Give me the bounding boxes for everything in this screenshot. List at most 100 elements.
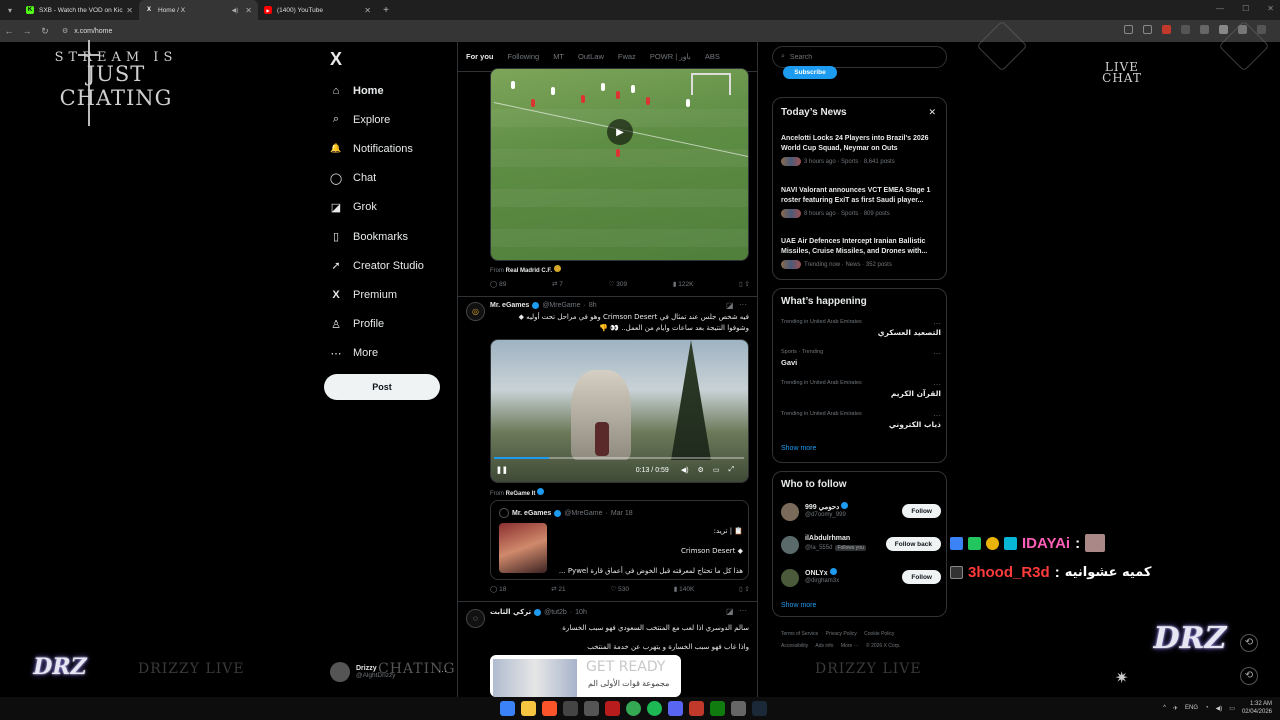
trend-more-icon[interactable]: ···	[933, 411, 941, 420]
trend-item[interactable]: Sports · Trending Gavi ···	[781, 349, 941, 367]
post-time[interactable]: 10h	[575, 609, 587, 616]
repost-button[interactable]: ⇄ 7	[552, 280, 563, 288]
footer-link[interactable]: Accessibility	[781, 643, 808, 649]
author-name[interactable]: Mr. eGames	[490, 302, 529, 309]
maximize-icon[interactable]: ☐	[1242, 4, 1249, 13]
nav-more[interactable]: ⋯ More	[329, 339, 424, 368]
trend-more-icon[interactable]: ···	[933, 349, 941, 358]
post-image[interactable]: GET READY مجموعة قوات الأولى الم	[490, 655, 681, 697]
nav-grok[interactable]: ◪ Grok	[329, 193, 424, 222]
tab-search-icon[interactable]: ▾	[0, 0, 20, 20]
bookmark-icon[interactable]: ▯ ⇪	[739, 585, 750, 593]
tab-outlaw[interactable]: OutLaw	[578, 52, 604, 61]
news-item[interactable]: UAE Air Defences Intercept Iranian Balli…	[781, 237, 941, 269]
chrome-icon[interactable]	[626, 701, 641, 716]
keyboard-language[interactable]: ENG	[1185, 705, 1198, 711]
pip-icon[interactable]: ▭	[713, 466, 720, 474]
from-name[interactable]: ReGame It	[506, 491, 536, 497]
file-explorer-icon[interactable]	[521, 701, 536, 716]
reply-button[interactable]: ◯ 89	[490, 280, 506, 288]
volume-icon[interactable]: ◀)	[1216, 705, 1223, 712]
tray-chevron-icon[interactable]: ^	[1163, 705, 1166, 711]
nav-profile[interactable]: ♙ Profile	[329, 310, 424, 339]
extension-icon[interactable]	[1181, 25, 1190, 34]
post-button[interactable]: Post	[324, 374, 440, 400]
from-name[interactable]: Real Madrid C.F.	[506, 268, 552, 274]
search-input[interactable]	[789, 53, 930, 61]
show-more-link[interactable]: Show more	[781, 445, 816, 452]
account-switcher[interactable]: Drizzy @AlghtDrizzy ···	[330, 662, 447, 682]
author-handle[interactable]: @MreGame	[542, 302, 580, 309]
app-icon[interactable]	[689, 701, 704, 716]
reload-icon[interactable]: ↻	[36, 26, 54, 37]
forward-icon[interactable]: →	[18, 26, 36, 36]
nav-explore[interactable]: ⌕ Explore	[329, 105, 424, 134]
cast-icon[interactable]	[1124, 25, 1133, 34]
trend-more-icon[interactable]: ···	[933, 319, 941, 328]
video-progress-bar[interactable]	[494, 457, 744, 459]
tab-for-you[interactable]: For you	[466, 52, 494, 61]
quoted-post[interactable]: Mr. eGames @MreGame · Mar 18 📋 | تريد: ◆…	[490, 500, 749, 580]
tray-app-icon[interactable]: ✈	[1173, 705, 1178, 712]
footer-link[interactable]: Terms of Service	[781, 631, 818, 637]
fullscreen-icon[interactable]: ⤢	[728, 466, 734, 474]
post-more-icon[interactable]: ···	[739, 300, 747, 309]
news-item[interactable]: NAVI Valorant announces VCT EMEA Stage 1…	[781, 186, 941, 218]
trend-more-icon[interactable]: ···	[933, 380, 941, 389]
settings-icon[interactable]: ⚙	[698, 466, 704, 474]
pause-icon[interactable]: ❚❚	[496, 466, 508, 474]
like-button[interactable]: ♡ 309	[609, 280, 628, 288]
close-icon[interactable]: ✕	[928, 107, 936, 118]
footer-link[interactable]: More ···	[841, 643, 859, 649]
minimize-icon[interactable]: —	[1216, 4, 1224, 13]
brave-icon[interactable]	[542, 701, 557, 716]
nav-bookmarks[interactable]: ▯ Bookmarks	[329, 222, 424, 251]
follow-back-button[interactable]: Follow back	[885, 537, 941, 551]
footer-link[interactable]: Privacy Policy	[826, 631, 857, 637]
browser-tab-kick[interactable]: K SXB - Watch the VOD on Kick ✕	[20, 0, 139, 20]
game-video[interactable]	[490, 339, 749, 483]
avatar[interactable]: ◎	[466, 302, 485, 321]
app-icon[interactable]	[584, 701, 599, 716]
spotify-icon[interactable]	[647, 701, 662, 716]
repost-button[interactable]: ⇄ 21	[551, 585, 566, 593]
extension-icon[interactable]	[1219, 25, 1228, 34]
battery-icon[interactable]: ▭	[1229, 705, 1235, 712]
app-icon[interactable]	[563, 701, 578, 716]
like-button[interactable]: ♡ 530	[610, 585, 629, 593]
avatar[interactable]: ◌	[466, 609, 485, 628]
tab-fwaz[interactable]: Fwaz	[618, 52, 636, 61]
trend-item[interactable]: Trending in United Arab Emirates القرآن …	[781, 380, 941, 398]
grok-icon[interactable]: ◪	[726, 301, 734, 310]
follow-suggestion[interactable]: ilAbdulrhman @la_555d Follows you Follow …	[781, 534, 941, 560]
views-button[interactable]: ▮ 140K	[674, 585, 695, 593]
news-item[interactable]: Ancelotti Locks 24 Players into Brazil's…	[781, 134, 941, 166]
trend-item[interactable]: Trending in United Arab Emirates ذباب ال…	[781, 411, 941, 429]
grok-icon[interactable]: ◪	[726, 607, 734, 616]
tab-following[interactable]: Following	[508, 52, 540, 61]
show-more-link[interactable]: Show more	[781, 602, 816, 609]
tab-powr[interactable]: POWR | باور	[650, 52, 691, 61]
trend-item[interactable]: Trending in United Arab Emirates التصعيد…	[781, 319, 941, 337]
nav-premium[interactable]: X Premium	[329, 280, 424, 309]
nav-home[interactable]: ⌂ Home	[329, 76, 424, 105]
football-video[interactable]: ▶	[490, 68, 749, 261]
windows-start-icon[interactable]	[500, 701, 515, 716]
close-tab-icon[interactable]: ✕	[126, 6, 133, 15]
x-logo-icon[interactable]: X	[330, 49, 342, 70]
site-info-icon[interactable]: ⚙	[62, 27, 68, 35]
author-handle[interactable]: @tut2b	[544, 609, 567, 616]
xbox-icon[interactable]	[710, 701, 725, 716]
nav-chat[interactable]: ◯ Chat	[329, 164, 424, 193]
url-field[interactable]: ⚙ x.com/home	[62, 27, 112, 36]
post-time[interactable]: 8h	[589, 302, 597, 309]
nav-creator-studio[interactable]: ➚ Creator Studio	[329, 251, 424, 280]
bookmark-icon[interactable]: ▯ ⇪	[739, 280, 750, 288]
tab-abs[interactable]: ABS	[705, 52, 720, 61]
extension-icon[interactable]	[1200, 25, 1209, 34]
speaker-icon[interactable]: ◀)	[232, 7, 239, 14]
back-icon[interactable]: ←	[0, 26, 18, 36]
wifi-icon[interactable]: ◔	[1205, 705, 1209, 711]
clock[interactable]: 1:32 AM 02/04/2026	[1242, 700, 1272, 716]
reply-button[interactable]: ◯ 18	[490, 585, 506, 593]
